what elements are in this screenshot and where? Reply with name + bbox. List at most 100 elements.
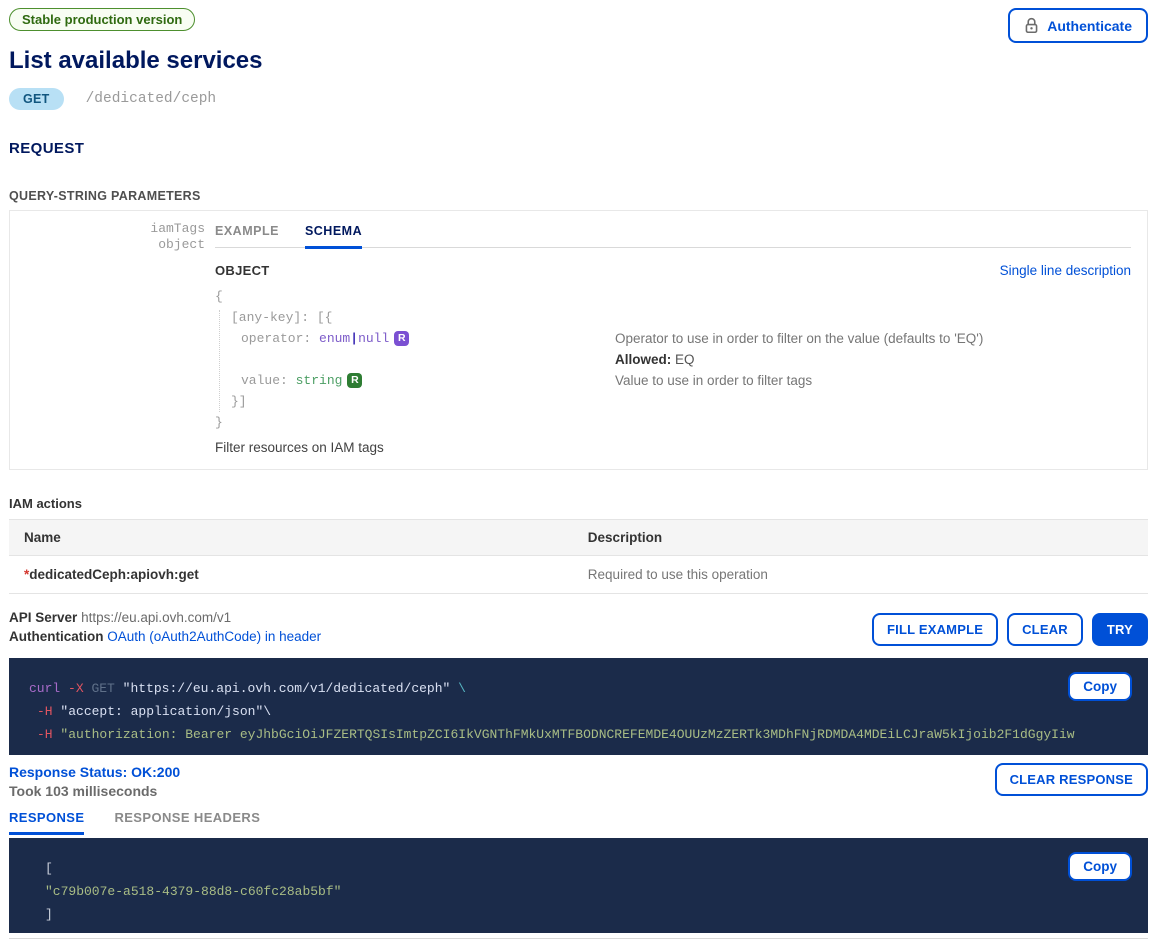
code-line: { <box>215 286 615 307</box>
query-params-heading: QUERY-STRING PARAMETERS <box>9 189 1148 203</box>
curl-h-flag: -H <box>37 704 53 719</box>
endpoint-row: GET /dedicated/ceph <box>9 88 1148 110</box>
tab-response[interactable]: RESPONSE <box>9 810 84 835</box>
lock-icon <box>1024 17 1039 34</box>
endpoint-path: /dedicated/ceph <box>86 91 217 107</box>
operator-type-enum: enum <box>319 331 350 346</box>
required-badge-operator: R <box>394 331 409 346</box>
curl-line-2: -H "accept: application/json"\ <box>29 700 1128 723</box>
indent-guide <box>219 310 220 412</box>
code-line: }] <box>215 391 615 412</box>
response-duration: Took 103 milliseconds <box>9 782 180 801</box>
iam-actions-table: Name Description *dedicatedCeph:apiovh:g… <box>9 519 1148 594</box>
response-code-block: Copy [ "c79b007e-a518-4379-88d8-c60fc28a… <box>9 838 1148 933</box>
api-server-label: API Server <box>9 610 77 625</box>
iam-action-description: Required to use this operation <box>573 556 1148 594</box>
iam-action-name: dedicatedCeph:apiovh:get <box>29 567 199 582</box>
tab-schema[interactable]: SCHEMA <box>305 224 362 249</box>
allowed-label: Allowed: <box>615 352 671 367</box>
value-description: Value to use in order to filter tags <box>615 370 1131 391</box>
line-continuation: \ <box>458 681 466 696</box>
api-server-url: https://eu.api.ovh.com/v1 <box>81 610 231 625</box>
operator-key: operator: <box>241 331 311 346</box>
clear-response-button[interactable]: CLEAR RESPONSE <box>995 763 1148 796</box>
required-badge-value: R <box>347 373 362 388</box>
request-action-buttons: FILL EXAMPLE CLEAR TRY <box>872 613 1148 646</box>
schema-header-row: OBJECT Single line description <box>215 263 1131 278</box>
value-type-string: string <box>296 373 343 388</box>
schema-code-block: { [any-key]: [{ operator: enum|null R val… <box>215 286 615 433</box>
line-continuation: \ <box>263 704 271 719</box>
iam-actions-heading: IAM actions <box>9 496 1148 511</box>
curl-method: GET <box>91 681 114 696</box>
copy-response-button[interactable]: Copy <box>1068 852 1132 881</box>
code-line-value: value: string R <box>215 370 615 391</box>
version-badge: Stable production version <box>9 8 195 31</box>
clear-button[interactable]: CLEAR <box>1007 613 1083 646</box>
authentication-line: Authentication OAuth (oAuth2AuthCode) in… <box>9 627 321 646</box>
schema-object-heading: OBJECT <box>215 263 270 278</box>
code-line-blank <box>215 349 615 370</box>
response-status-row: Response Status: OK:200 Took 103 millise… <box>9 763 1148 801</box>
curl-line-1: curl -X GET "https://eu.api.ovh.com/v1/d… <box>29 677 1128 700</box>
request-section-heading: REQUEST <box>9 140 1148 157</box>
copy-curl-button[interactable]: Copy <box>1068 672 1132 701</box>
code-line: } <box>215 412 615 433</box>
page-title: List available services <box>9 47 1148 75</box>
accept-header: "accept: application/json" <box>60 704 263 719</box>
schema-body: { [any-key]: [{ operator: enum|null R val… <box>215 286 1131 433</box>
param-type: object <box>10 237 205 253</box>
allowed-values-line: Allowed: EQ <box>615 349 1131 370</box>
authentication-label: Authentication <box>9 629 104 644</box>
iam-table-header-row: Name Description <box>9 520 1148 556</box>
response-line-1: [ <box>29 857 1128 880</box>
tab-response-headers[interactable]: RESPONSE HEADERS <box>114 810 260 835</box>
allowed-value: EQ <box>675 352 695 367</box>
value-key: value: <box>241 373 288 388</box>
response-tabs: RESPONSE RESPONSE HEADERS <box>9 810 1148 835</box>
authorization-header: "authorization: Bearer eyJhbGciOiJFZERTQ… <box>60 727 1074 742</box>
try-button[interactable]: TRY <box>1092 613 1148 646</box>
api-console-page: Stable production version Authenticate L… <box>0 0 1157 939</box>
response-status-info: Response Status: OK:200 Took 103 millise… <box>9 763 180 801</box>
param-description: Filter resources on IAM tags <box>215 440 1131 469</box>
code-line: [any-key]: [{ <box>215 307 615 328</box>
iam-action-name-cell: *dedicatedCeph:apiovh:get <box>9 556 573 594</box>
param-name: iamTags <box>10 221 205 237</box>
fill-example-button[interactable]: FILL EXAMPLE <box>872 613 998 646</box>
curl-x-flag: -X <box>68 681 84 696</box>
param-detail: EXAMPLE SCHEMA OBJECT Single line descri… <box>215 211 1147 469</box>
curl-h-flag: -H <box>37 727 53 742</box>
table-row: *dedicatedCeph:apiovh:get Required to us… <box>9 556 1148 594</box>
column-header-description: Description <box>573 520 1148 556</box>
schema-tabs: EXAMPLE SCHEMA <box>215 211 1131 248</box>
operator-description: Operator to use in order to filter on th… <box>615 328 1131 349</box>
column-header-name: Name <box>9 520 573 556</box>
schema-descriptions: Operator to use in order to filter on th… <box>615 328 1131 433</box>
oauth-link[interactable]: OAuth (oAuth2AuthCode) in header <box>107 629 321 644</box>
response-line-3: ] <box>29 903 1128 926</box>
service-id-value: "c79b007e-a518-4379-88d8-c60fc28ab5bf" <box>45 884 341 899</box>
code-line-operator: operator: enum|null R <box>215 328 615 349</box>
authenticate-button[interactable]: Authenticate <box>1008 8 1148 43</box>
json-close-bracket: ] <box>45 907 53 922</box>
curl-command: curl <box>29 681 60 696</box>
top-bar: Stable production version Authenticate <box>9 8 1148 43</box>
type-separator: | <box>350 331 358 346</box>
http-method-badge: GET <box>9 88 64 110</box>
api-server-row: API Server https://eu.api.ovh.com/v1 Aut… <box>9 608 1148 646</box>
tab-example[interactable]: EXAMPLE <box>215 224 279 247</box>
authenticate-label: Authenticate <box>1047 18 1132 34</box>
curl-line-3: -H "authorization: Bearer eyJhbGciOiJFZE… <box>29 723 1128 746</box>
curl-url: "https://eu.api.ovh.com/v1/dedicated/cep… <box>123 681 451 696</box>
api-server-info: API Server https://eu.api.ovh.com/v1 Aut… <box>9 608 321 646</box>
single-line-description-toggle[interactable]: Single line description <box>1000 263 1131 278</box>
response-status: Response Status: OK:200 <box>9 763 180 782</box>
query-param-panel: iamTags object EXAMPLE SCHEMA OBJECT Sin… <box>9 210 1148 470</box>
json-open-bracket: [ <box>45 861 53 876</box>
param-identity: iamTags object <box>10 211 215 469</box>
curl-code-block: Copy curl -X GET "https://eu.api.ovh.com… <box>9 658 1148 755</box>
operator-type-null: null <box>358 331 389 346</box>
response-line-2: "c79b007e-a518-4379-88d8-c60fc28ab5bf" <box>29 880 1128 903</box>
api-server-line: API Server https://eu.api.ovh.com/v1 <box>9 608 321 627</box>
